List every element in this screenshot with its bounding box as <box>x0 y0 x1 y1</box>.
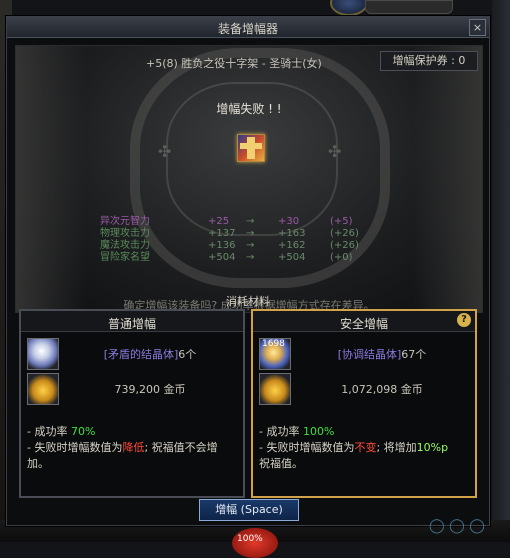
material-label: [矛盾的结晶体]6个 <box>65 346 235 362</box>
success-rate-line: - 成功率 70% <box>27 424 239 440</box>
stat-base: +25 <box>208 216 230 227</box>
statue-right-decoration <box>412 46 482 312</box>
rate-label: - 成功率 <box>27 425 68 438</box>
stat-name: 冒险家名望 <box>100 252 150 263</box>
stat-row: 异次元智力 +25 → +30 (+5) <box>100 216 400 228</box>
material-name: [矛盾的结晶体] <box>103 348 179 361</box>
enhance-button[interactable]: 增幅 (Space) <box>199 499 299 521</box>
top-hud-bar <box>365 0 453 14</box>
result-message: 增幅失败 ! ! <box>216 102 282 116</box>
gold-coin-icon <box>27 373 59 405</box>
arrow-right-icon: → <box>246 252 255 263</box>
normal-enhance-panel[interactable]: 普通增幅 [矛盾的结晶体]6个 739,200 金币 - 成功率 70% - 失… <box>19 309 245 498</box>
stat-name: 异次元智力 <box>100 216 150 227</box>
panel-title: 安全增幅 <box>339 317 388 331</box>
arrow-right-icon: → <box>246 216 255 227</box>
stat-new: +162 <box>278 240 306 251</box>
fail-key: 降低 <box>122 441 145 454</box>
rune-glyph-right-icon: ✣ <box>328 142 342 161</box>
panel-title: 普通增幅 <box>107 317 156 331</box>
watermark-logo: ◯ ◯ ◯ <box>429 518 485 534</box>
game-background-right <box>492 0 510 542</box>
fail-prefix: - 失败时增幅数值为 <box>259 441 355 454</box>
stat-row: 物理攻击力 +137 → +163 (+26) <box>100 228 400 240</box>
fail-bonus: 10%p <box>416 441 449 454</box>
crystal-material-icon[interactable]: 1698 <box>259 338 291 370</box>
crystal-material-icon[interactable] <box>27 338 59 370</box>
stat-base: +137 <box>208 228 236 239</box>
material-count: 6个 <box>178 348 197 361</box>
stat-new: +30 <box>278 216 300 227</box>
stat-diff: (+0) <box>330 252 353 263</box>
stat-diff: (+5) <box>330 216 353 227</box>
rune-glyph-left-icon: ✣ <box>158 142 172 161</box>
minimap-orb <box>330 0 368 16</box>
enhance-preview-area: ✣ ✣ +5(8) 胜负之役十字架 - 圣骑士(女) 增幅保护券 : 0 增幅失… <box>15 45 483 313</box>
material-quantity: 1698 <box>262 339 285 349</box>
safe-enhance-panel[interactable]: 安全增幅 ? 1698 [协调结晶体]67个 1,072,098 金币 - 成功… <box>251 309 477 498</box>
materials-title: 消耗材料 <box>226 295 270 308</box>
protect-ticket-counter: 增幅保护券 : 0 <box>380 51 478 71</box>
stat-base: +504 <box>208 252 236 263</box>
stat-name: 魔法攻击力 <box>100 240 150 251</box>
gold-cost: 739,200 金币 <box>114 383 186 396</box>
material-label: [协调结晶体]67个 <box>297 346 467 362</box>
material-name: [协调结晶体] <box>337 348 402 361</box>
gold-coin-icon <box>259 373 291 405</box>
stat-new: +163 <box>278 228 306 239</box>
item-name: +5(8) 胜负之役十字架 - 圣骑士(女) <box>146 57 322 70</box>
help-icon[interactable]: ? <box>457 313 471 327</box>
hp-percent-label: 100% <box>237 534 263 544</box>
panel-header: 安全增幅 ? <box>253 311 475 332</box>
stat-base: +136 <box>208 240 236 251</box>
stat-new: +504 <box>278 252 306 263</box>
rate-value: 100% <box>302 425 335 438</box>
close-button[interactable]: × <box>469 19 486 36</box>
material-count: 67个 <box>401 348 427 361</box>
dialog-titlebar[interactable]: 装备增幅器 × <box>7 17 489 38</box>
arrow-right-icon: → <box>246 240 255 251</box>
rate-label: - 成功率 <box>259 425 300 438</box>
dialog-title: 装备增幅器 <box>217 22 278 36</box>
stat-diff: (+26) <box>330 228 359 239</box>
fail-mid: ; 将增加 <box>376 441 417 454</box>
statue-left-decoration <box>16 46 86 312</box>
fail-suffix: 祝福值。 <box>259 457 303 470</box>
fail-description: - 失败时增幅数值为降低; 祝福值不会增加。 <box>27 440 239 472</box>
panel-header: 普通增幅 <box>21 311 243 332</box>
stat-name: 物理攻击力 <box>100 228 150 239</box>
rate-value: 70% <box>70 425 96 438</box>
stat-row: 冒险家名望 +504 → +504 (+0) <box>100 252 400 264</box>
equipment-item-slot[interactable] <box>237 134 265 162</box>
fail-description: - 失败时增幅数值为不变; 将增加10%p 祝福值。 <box>259 440 471 472</box>
success-rate-line: - 成功率 100% <box>259 424 471 440</box>
fail-key: 不变 <box>354 441 377 454</box>
arrow-right-icon: → <box>246 228 255 239</box>
gold-cost: 1,072,098 金币 <box>341 383 423 396</box>
stat-diff: (+26) <box>330 240 359 251</box>
enhance-dialog: 装备增幅器 × ✣ ✣ +5(8) 胜负之役十字架 - 圣骑士(女) 增幅保护券… <box>6 16 490 526</box>
stat-row: 魔法攻击力 +136 → +162 (+26) <box>100 240 400 252</box>
cross-item-icon-bar <box>240 143 262 149</box>
fail-prefix: - 失败时增幅数值为 <box>27 441 123 454</box>
